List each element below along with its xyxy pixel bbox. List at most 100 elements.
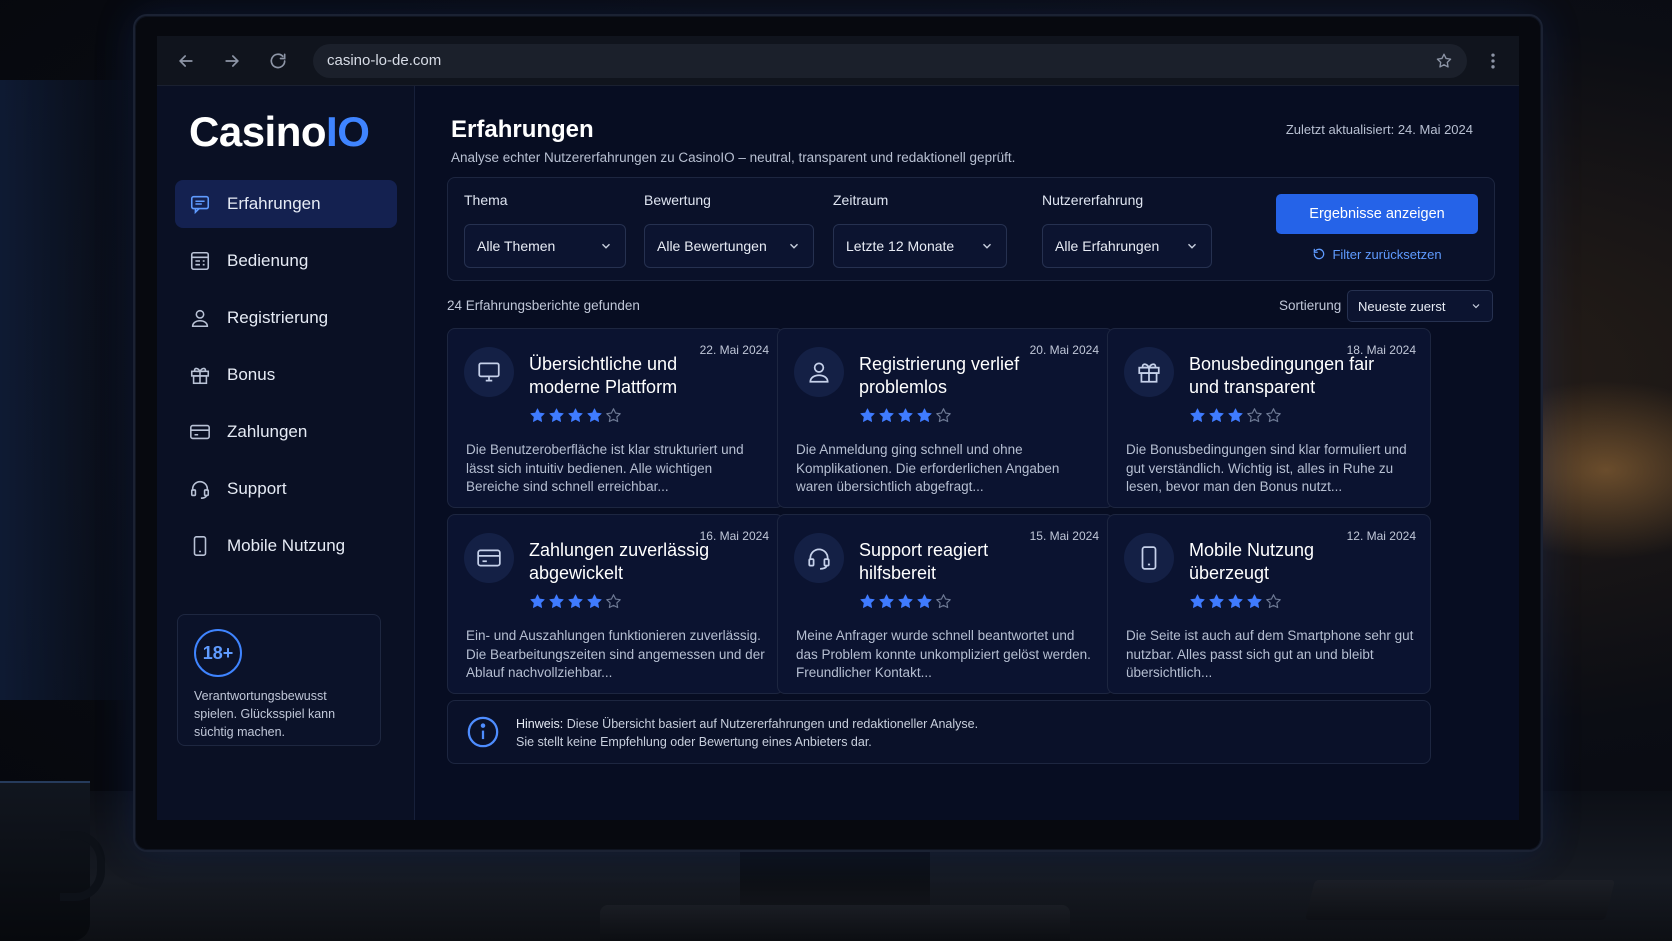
reset-filter-link[interactable]: Filter zurücksetzen — [1276, 244, 1478, 264]
star-filled-icon — [1190, 594, 1205, 608]
last-updated: Zuletzt aktualisiert: 24. Mai 2024 — [1285, 122, 1473, 137]
star-empty-icon — [606, 594, 621, 609]
back-arrow-icon[interactable] — [173, 48, 199, 74]
monitor-icon — [464, 347, 514, 397]
user-icon — [189, 307, 211, 329]
sidebar: CasinoIO Erfahrungen Bedienung Registrie… — [157, 86, 415, 820]
star-empty-icon — [1247, 408, 1262, 423]
room-background-left — [0, 80, 140, 700]
star-empty-icon — [1266, 408, 1281, 423]
zeitraum-select[interactable]: Letzte 12 Monate — [833, 224, 1007, 268]
bewertung-select[interactable]: Alle Bewertungen — [644, 224, 814, 268]
show-results-button[interactable]: Ergebnisse anzeigen — [1276, 194, 1478, 234]
sidebar-item-label: Bedienung — [227, 251, 309, 270]
review-text: Die Bonusbedingungen sind klar formulier… — [1126, 442, 1407, 494]
note-line-1: Diese Übersicht basiert auf Nutzererfahr… — [566, 717, 979, 731]
star-filled-icon — [1190, 408, 1205, 422]
sort-value: Neueste zuerst — [1358, 298, 1446, 314]
page-title: Erfahrungen — [451, 116, 594, 143]
review-title: Übersichtliche und moderne Plattform — [529, 354, 678, 397]
results-count: 24 Erfahrungsberichte gefunden — [447, 298, 640, 313]
sidebar-item-support[interactable]: Support — [175, 465, 397, 513]
reload-icon[interactable] — [265, 48, 291, 74]
star-filled-icon — [530, 408, 545, 422]
chevron-down-icon — [1472, 304, 1480, 309]
review-card[interactable]: 15. Mai 2024 Support reagiert hilfsberei… — [777, 514, 1114, 694]
filter-bewertung: Bewertung Alle Bewertungen — [644, 192, 814, 268]
logo[interactable]: CasinoIO — [189, 108, 370, 156]
filter-thema: Thema Alle Themen — [464, 192, 626, 268]
review-card[interactable]: 12. Mai 2024 Mobile Nutzung überzeugt Di… — [1107, 514, 1431, 694]
star-filled-icon — [879, 594, 894, 608]
star-empty-icon — [936, 594, 951, 609]
star-rating — [1189, 593, 1284, 610]
sidebar-item-bonus[interactable]: Bonus — [175, 351, 397, 399]
star-filled-icon — [1209, 408, 1224, 422]
review-text: Die Seite ist auch auf dem Smartphone se… — [1126, 628, 1414, 680]
info-note: Hinweis: Diese Übersicht basiert auf Nut… — [447, 700, 1431, 764]
review-title: Support reagiert hilfsbereit — [859, 540, 989, 583]
star-filled-icon — [549, 408, 564, 422]
star-rating — [529, 407, 624, 424]
browser-window: casino-lo-de.com CasinoIO Erfahrungen Be… — [157, 36, 1519, 820]
filter-label: Nutzererfahrung — [1042, 192, 1144, 208]
star-filled-icon — [898, 408, 913, 422]
sidebar-item-label: Registrierung — [227, 308, 329, 327]
nutzererfahrung-select[interactable]: Alle Erfahrungen — [1042, 224, 1212, 268]
star-filled-icon — [1209, 594, 1224, 608]
star-empty-icon — [606, 408, 621, 423]
star-filled-icon — [549, 594, 564, 608]
headset-icon — [189, 478, 211, 500]
credit-card-icon — [189, 421, 211, 443]
gift-icon — [189, 364, 211, 386]
logo-accent: IO — [326, 108, 370, 155]
star-filled-icon — [917, 594, 932, 608]
more-vert-icon[interactable] — [1483, 51, 1503, 71]
filter-label: Zeitraum — [833, 192, 889, 208]
address-bar[interactable]: casino-lo-de.com — [313, 43, 1467, 78]
url-text: casino-lo-de.com — [327, 52, 442, 69]
review-title: Registrierung verlief problemlos — [859, 354, 1020, 397]
review-title: Mobile Nutzung überzeugt — [1189, 540, 1315, 583]
sidebar-item-bedienung[interactable]: Bedienung — [175, 237, 397, 285]
review-text: Die Benutzeroberfläche ist klar struktur… — [466, 442, 744, 494]
star-filled-icon — [917, 408, 932, 422]
note-label: Hinweis: — [516, 717, 564, 731]
responsible-gaming-box: 18+ Verantwortungsbewusst spielen. Glück… — [177, 614, 381, 746]
browser-toolbar: casino-lo-de.com — [157, 36, 1519, 86]
sort-label: Sortierung — [1279, 298, 1342, 313]
bookmark-star-icon[interactable] — [1435, 52, 1453, 70]
reset-filter-label: Filter zurücksetzen — [1332, 246, 1442, 262]
star-filled-icon — [879, 408, 894, 422]
user-icon — [794, 347, 844, 397]
review-card[interactable]: 20. Mai 2024 Registrierung verlief probl… — [777, 328, 1114, 508]
note-text: Hinweis: Diese Übersicht basiert auf Nut… — [516, 715, 978, 751]
filter-label: Bewertung — [644, 192, 711, 208]
review-title: Zahlungen zuverlässig abgewickelt — [529, 540, 710, 583]
sidebar-item-label: Zahlungen — [227, 422, 308, 441]
layout-icon — [189, 250, 211, 272]
age-badge: 18+ — [194, 629, 242, 677]
sidebar-item-label: Mobile Nutzung — [227, 536, 346, 555]
review-title: Bonusbedingungen fair und transparent — [1189, 354, 1375, 397]
select-value: Alle Themen — [477, 238, 556, 254]
sidebar-item-erfahrungen[interactable]: Erfahrungen — [175, 180, 397, 228]
review-card[interactable]: 22. Mai 2024 Übersichtliche und moderne … — [447, 328, 784, 508]
review-card[interactable]: 16. Mai 2024 Zahlungen zuverlässig abgew… — [447, 514, 784, 694]
reset-icon — [1314, 248, 1325, 260]
chat-icon — [189, 193, 211, 215]
forward-arrow-icon[interactable] — [219, 48, 245, 74]
star-filled-icon — [530, 594, 545, 608]
sort-select[interactable]: Neueste zuerst — [1347, 290, 1493, 322]
note-line-2: Sie stellt keine Empfehlung oder Bewertu… — [516, 735, 872, 749]
sidebar-item-mobile-nutzung[interactable]: Mobile Nutzung — [175, 522, 397, 570]
thema-select[interactable]: Alle Themen — [464, 224, 626, 268]
sidebar-item-registrierung[interactable]: Registrierung — [175, 294, 397, 342]
sidebar-item-zahlungen[interactable]: Zahlungen — [175, 408, 397, 456]
star-rating — [529, 593, 624, 610]
smartphone-icon — [1124, 533, 1174, 583]
star-filled-icon — [568, 594, 583, 608]
star-filled-icon — [860, 594, 875, 608]
review-card[interactable]: 18. Mai 2024 Bonusbedingungen fair und t… — [1107, 328, 1431, 508]
select-value: Alle Erfahrungen — [1055, 238, 1160, 254]
